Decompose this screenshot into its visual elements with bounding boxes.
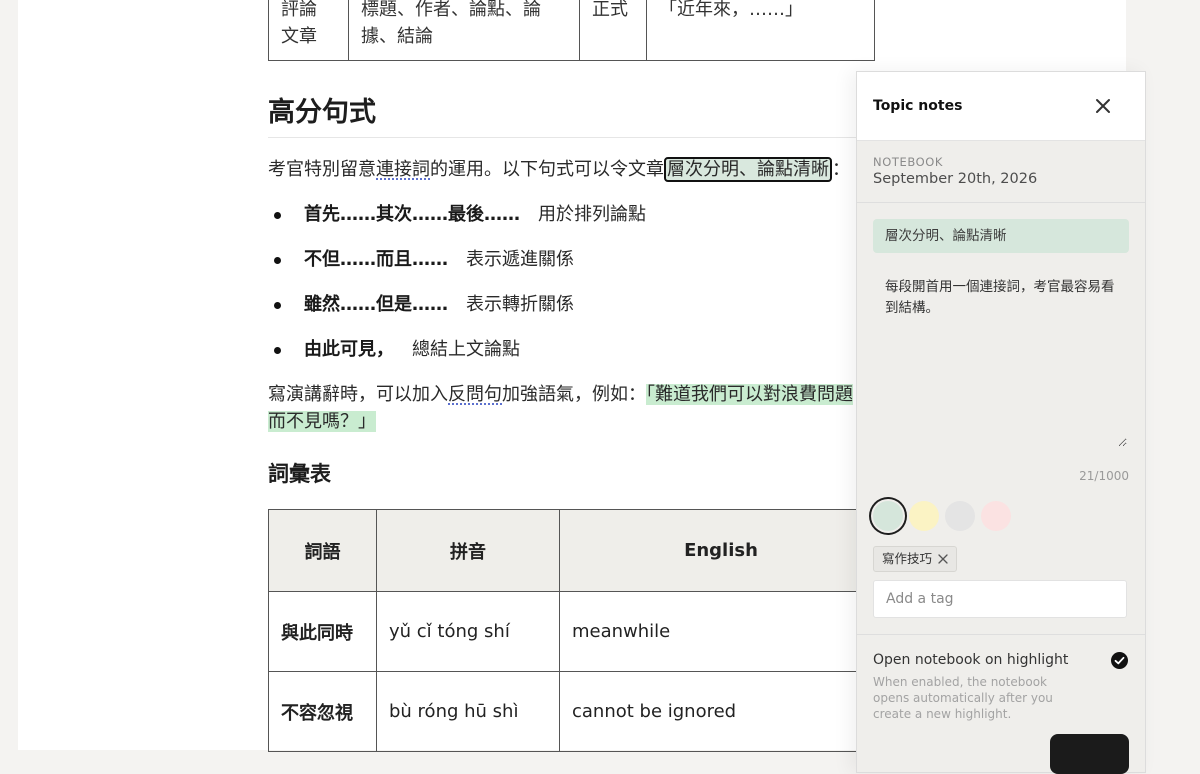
color-swatch-gray[interactable] xyxy=(945,501,975,531)
topic-notes-panel: Topic notes NOTEBOOK September 20th, 202… xyxy=(856,71,1146,774)
setting-checkbox[interactable] xyxy=(1111,652,1128,669)
list-item: 首先……其次……最後…… 用於排列論點 xyxy=(270,200,646,245)
vocab-heading: 詞彙表 xyxy=(268,462,331,486)
table-header-row: 詞語 拼音 English xyxy=(268,509,883,592)
pattern: 不但……而且…… xyxy=(304,249,448,270)
table-row: 評論 文章 標題、作者、論點、論 據、結論 正式 「近年來，……」 xyxy=(268,0,875,61)
pinyin-cell: yǔ cǐ tóng shí xyxy=(376,591,560,672)
remove-tag-icon[interactable] xyxy=(938,554,948,564)
column-header: English xyxy=(559,509,883,592)
highlight-quote: 層次分明、論點清晰 xyxy=(873,219,1129,253)
panel-header: Topic notes xyxy=(857,72,1145,141)
text: 寫演講辭時，可以加入 xyxy=(268,384,448,405)
pattern-desc: 用於排列論點 xyxy=(538,204,646,225)
term-cell: 不容忽視 xyxy=(268,671,377,752)
note-textarea[interactable]: 每段開首用一個連接詞，考官最容易看到結構。 xyxy=(873,267,1127,447)
text: 的運用。以下句式可以令文章 xyxy=(430,159,664,180)
list-item: 不但……而且…… 表示遞進關係 xyxy=(270,245,646,290)
close-button[interactable] xyxy=(1093,94,1113,118)
pinyin-cell: bù róng hū shì xyxy=(376,671,560,752)
column-header: 拼音 xyxy=(376,509,560,592)
pattern-desc: 表示遞進關係 xyxy=(466,249,574,270)
text: 考官特別留意 xyxy=(268,159,376,180)
vocab-table: 詞語 拼音 English 與此同時 yǔ cǐ tóng shí meanwh… xyxy=(268,509,883,752)
table-row: 不容忽視 bù róng hū shì cannot be ignored xyxy=(268,671,883,752)
list-item: 由此可見， 總結上文論點 xyxy=(270,335,646,380)
term-cell: 與此同時 xyxy=(268,591,377,672)
pattern: 首先……其次……最後…… xyxy=(304,204,520,225)
notebook-label: NOTEBOOK xyxy=(873,155,944,169)
pattern: 雖然……但是…… xyxy=(304,294,448,315)
color-swatch-pink[interactable] xyxy=(981,501,1011,531)
tag-chip: 寫作技巧 xyxy=(873,546,958,572)
rhetoric-paragraph: 寫演講辭時，可以加入反問句加強語氣，例如：「難道我們可以對浪費問題而不見嗎？」 xyxy=(268,381,868,435)
selected-highlight[interactable]: 層次分明、論點清晰 xyxy=(664,157,832,182)
notebook-date: September 20th, 2026 xyxy=(873,171,1038,187)
column-header: 詞語 xyxy=(268,509,377,592)
table-cell: 評論 文章 xyxy=(268,0,349,61)
setting-description: When enabled, the notebook opens automat… xyxy=(873,675,1053,721)
sentence-pattern-list: 首先……其次……最後…… 用於排列論點 不但……而且…… 表示遞進關係 雖然……但是… xyxy=(270,200,646,380)
english-cell: meanwhile xyxy=(559,591,883,672)
divider xyxy=(857,202,1145,203)
table-cell: 「近年來，……」 xyxy=(646,0,875,61)
table-row: 與此同時 yǔ cǐ tóng shí meanwhile xyxy=(268,591,883,672)
highlight[interactable]: 「難道我們可以對浪費問題 xyxy=(646,384,853,405)
table-cell: 正式 xyxy=(579,0,647,61)
check-icon xyxy=(1114,656,1125,665)
vocab-link[interactable]: 連接詞 xyxy=(376,159,430,180)
highlight[interactable]: 而不見嗎？」 xyxy=(268,411,376,432)
add-tag-input[interactable] xyxy=(873,580,1127,618)
setting-title: Open notebook on highlight xyxy=(873,652,1069,668)
pattern: 由此可見， xyxy=(304,339,394,360)
panel-title: Topic notes xyxy=(873,98,963,114)
english-cell: cannot be ignored xyxy=(559,671,883,752)
close-icon xyxy=(1096,99,1110,113)
section-heading: 高分句式 xyxy=(268,90,908,138)
color-swatch-yellow[interactable] xyxy=(909,501,939,531)
pattern-desc: 表示轉折關係 xyxy=(466,294,574,315)
format-table: 評論 文章 標題、作者、論點、論 據、結論 正式 「近年來，……」 xyxy=(268,0,875,61)
color-swatch-green[interactable] xyxy=(873,501,903,531)
vocab-link[interactable]: 反問句 xyxy=(448,384,502,405)
char-counter: 21/1000 xyxy=(1079,469,1129,483)
panel-action-button[interactable] xyxy=(1050,734,1129,774)
pattern-desc: 總結上文論點 xyxy=(412,339,520,360)
table-cell: 標題、作者、論點、論 據、結論 xyxy=(348,0,580,61)
divider xyxy=(857,634,1145,635)
text: ： xyxy=(832,159,850,180)
text: 加強語氣，例如： xyxy=(502,384,646,405)
tag-label: 寫作技巧 xyxy=(882,551,933,566)
intro-paragraph: 考官特別留意連接詞的運用。以下句式可以令文章 層次分明、論點清晰： xyxy=(268,156,868,183)
list-item: 雖然……但是…… 表示轉折關係 xyxy=(270,290,646,335)
